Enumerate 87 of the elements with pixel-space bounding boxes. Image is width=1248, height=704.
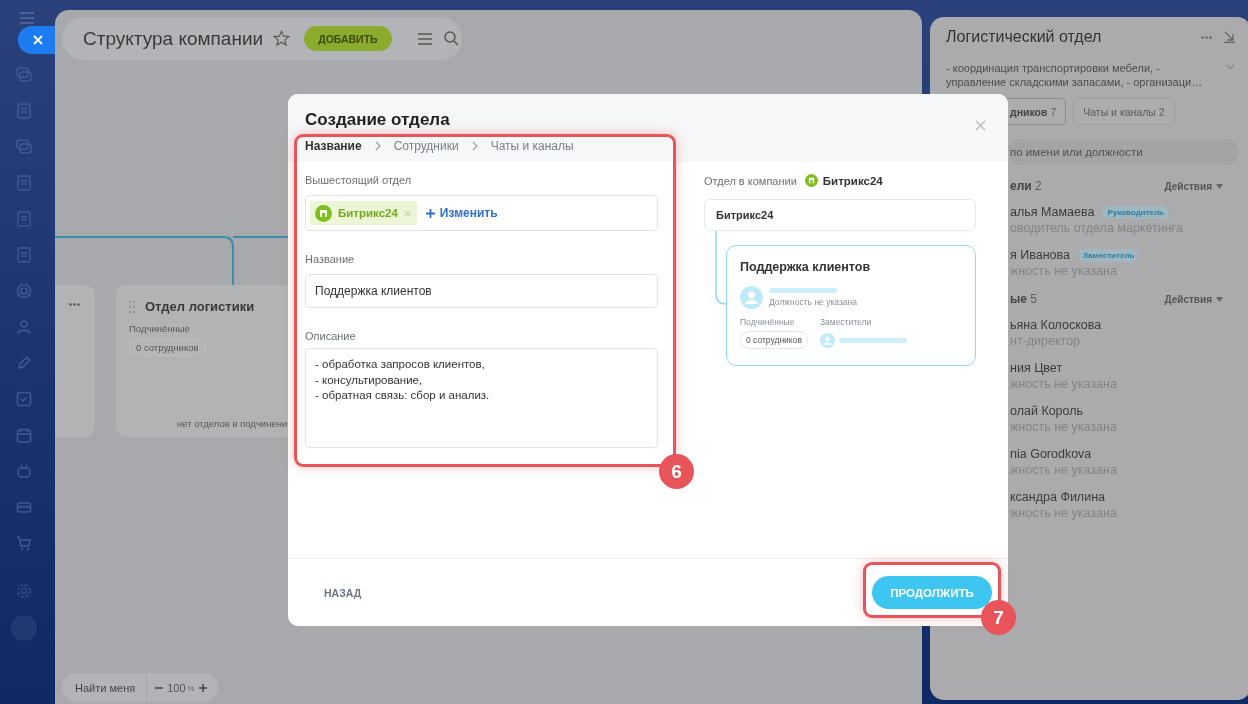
subordinates-label: Подчинённые	[740, 317, 795, 327]
department-tag[interactable]: Битрикс24	[310, 201, 417, 225]
panel-description: - координация транспортировки мебели, - управление складскими запасами, - организаци…	[946, 61, 1204, 89]
close-icon[interactable]	[975, 120, 986, 131]
step-tab[interactable]: Сотрудники	[393, 139, 459, 153]
preview-label: Отдел в компании	[704, 174, 797, 187]
remove-icon[interactable]	[403, 209, 411, 217]
close-button[interactable]	[18, 26, 58, 54]
add-button[interactable]: ДОБАВИТЬ	[304, 26, 392, 51]
department-title: Отдел логистики	[145, 299, 255, 314]
settings-icon[interactable]	[15, 583, 32, 599]
parent-department-field[interactable]: Битрикс24 Изменить	[305, 195, 658, 231]
avatar-icon	[819, 333, 835, 348]
target-icon[interactable]	[15, 283, 32, 299]
field-label: Описание	[305, 330, 357, 342]
name-input[interactable]: Поддержка клиентов	[305, 274, 658, 308]
building-icon	[315, 204, 332, 222]
person-name[interactable]: я Иванова	[1010, 248, 1070, 262]
person-name[interactable]: ксандра Филина	[1010, 490, 1105, 504]
panel-title: Логистический отдел	[946, 28, 1103, 46]
document-icon[interactable]	[15, 103, 32, 119]
menu-icon[interactable]	[417, 32, 432, 45]
page-title: Структура компании	[83, 27, 264, 50]
field-label: Вышестоящий отдел	[305, 174, 413, 186]
person-name[interactable]: алья Мамаева	[1010, 205, 1095, 219]
caret-icon	[1216, 183, 1223, 189]
search-icon[interactable]	[443, 31, 459, 46]
star-icon[interactable]	[273, 30, 291, 47]
plus-icon	[425, 208, 435, 218]
chat-icon[interactable]	[15, 139, 32, 155]
step-tab[interactable]: Чаты и каналы	[490, 139, 574, 153]
close-icon	[33, 35, 43, 45]
chevron-down-icon[interactable]	[1226, 64, 1235, 70]
search-field[interactable]: по имени или должности	[1008, 139, 1239, 165]
field-label: Название	[305, 253, 356, 265]
change-link[interactable]: Изменить	[425, 206, 498, 220]
dialog-title: Создание отдела	[305, 110, 450, 130]
person-name[interactable]: ния Цвет	[1010, 361, 1063, 375]
more-icon[interactable]	[69, 303, 80, 306]
step-tab[interactable]: Название	[305, 139, 362, 153]
caret-icon	[1216, 296, 1223, 302]
menu-icon[interactable]	[20, 12, 34, 24]
position-text: Должность не указана	[769, 297, 857, 307]
checkbox-icon[interactable]	[15, 391, 32, 407]
back-button[interactable]: НАЗАД	[324, 586, 362, 599]
actions-dropdown[interactable]: Действия	[1164, 293, 1223, 305]
subordinates-label: Подчинённые	[129, 323, 190, 334]
person-name[interactable]: nia Gorodkova	[1010, 447, 1092, 461]
description-input[interactable]: - обработка запросов клиентов, - консультирование, - обратная связь: сбор и анализ.	[305, 348, 658, 448]
actions-dropdown[interactable]: Действия	[1164, 180, 1223, 192]
person-name[interactable]: ьяна Колоскова	[1010, 318, 1102, 332]
people-icon[interactable]	[15, 319, 32, 335]
name-placeholder-bar	[769, 288, 837, 293]
role-badge: Руководитель	[1102, 205, 1169, 219]
role-badge: Заместитель	[1078, 248, 1140, 262]
section-title: ые 5	[1010, 292, 1037, 306]
chevron-right-icon	[374, 141, 381, 151]
pen-icon[interactable]	[15, 355, 32, 371]
robot-icon[interactable]	[15, 463, 32, 479]
company-name: Битрикс24	[822, 174, 883, 187]
zoom-value: 100	[167, 681, 186, 694]
avatar-icon	[740, 286, 763, 309]
document-icon[interactable]	[15, 175, 32, 191]
panel-tab[interactable]: Чаты и каналы 2	[1073, 98, 1175, 125]
zoom-unit: %	[187, 684, 195, 693]
card-title: Поддержка клиентов	[740, 260, 871, 274]
empty-note: нет отделов в подчинени	[177, 418, 288, 429]
deputies-label: Заместители	[819, 317, 872, 327]
department-card[interactable]: Отдел логистики Подчинённые 0 сотрудников нет отделов в подчинени	[116, 285, 288, 437]
person-name[interactable]: олай Король	[1010, 404, 1084, 418]
building-icon	[804, 174, 818, 187]
document-icon[interactable]	[15, 211, 32, 227]
name-placeholder-bar	[838, 338, 907, 343]
document-icon[interactable]	[15, 247, 32, 263]
drag-handle-icon[interactable]	[129, 300, 135, 313]
find-me-button[interactable]: Найти меня	[68, 681, 143, 694]
chevron-right-icon	[471, 141, 478, 151]
cart-icon[interactable]	[15, 535, 32, 551]
more-icon[interactable]	[1201, 35, 1212, 39]
section-title: ели 2	[1010, 179, 1042, 193]
tray-icon[interactable]	[15, 499, 32, 515]
chat-icon[interactable]	[15, 67, 32, 83]
employee-count: 0 сотрудников	[129, 339, 206, 356]
collapse-icon[interactable]	[1224, 31, 1235, 43]
root-department-card: Битрикс24	[704, 199, 976, 231]
calendar-icon[interactable]	[15, 427, 32, 443]
plus-icon	[198, 683, 207, 692]
